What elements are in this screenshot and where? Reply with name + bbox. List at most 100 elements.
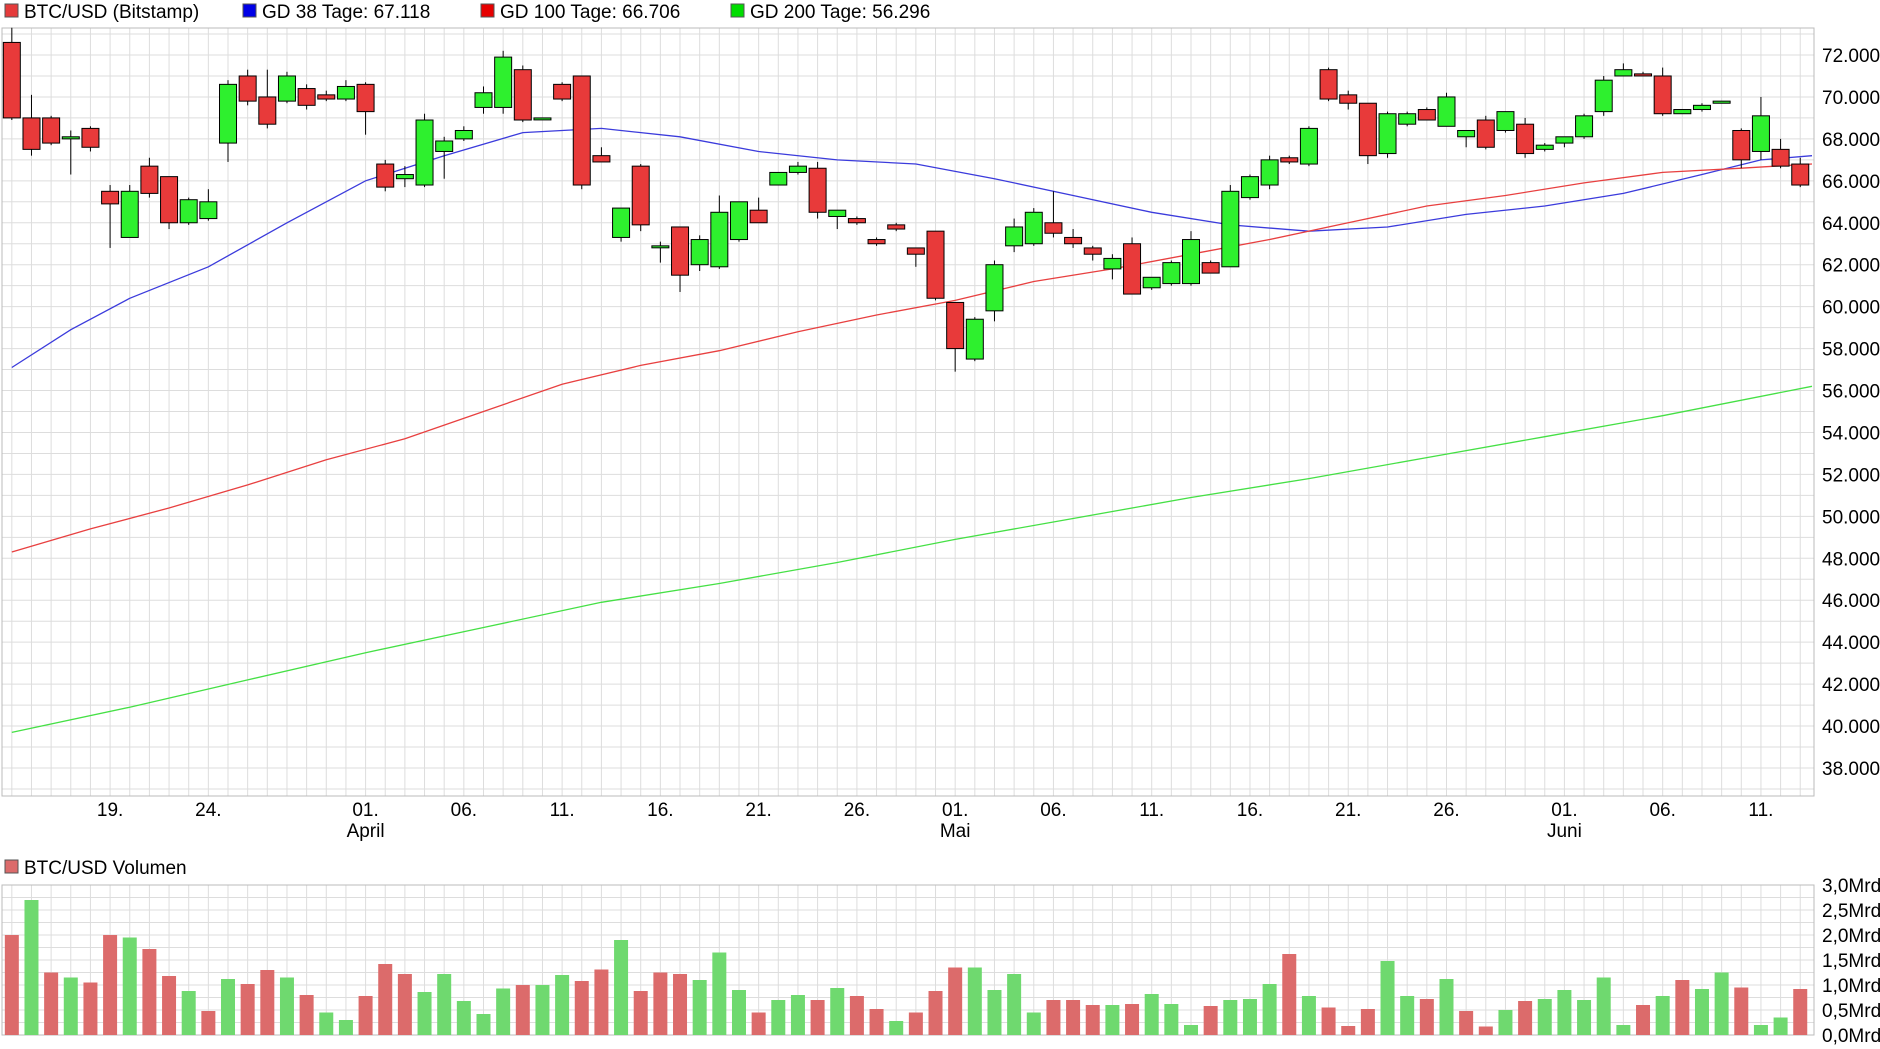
candle bbox=[160, 176, 179, 230]
candle bbox=[513, 65, 532, 123]
candle bbox=[788, 161, 807, 175]
candle bbox=[1437, 92, 1456, 127]
volume-bar bbox=[1203, 1006, 1218, 1035]
candle-body bbox=[2, 41, 21, 119]
candle bbox=[277, 71, 296, 104]
candle-body bbox=[42, 117, 61, 144]
volume-bar bbox=[574, 981, 589, 1035]
price-x-tick-label: 06. bbox=[1040, 800, 1066, 821]
legend-swatch-ma200 bbox=[730, 3, 745, 18]
volume-bar bbox=[1360, 1009, 1375, 1035]
candle bbox=[1044, 191, 1063, 238]
candle-body bbox=[1201, 262, 1220, 274]
candle-body bbox=[572, 75, 591, 186]
volume-bar bbox=[1164, 1004, 1179, 1035]
candle bbox=[22, 94, 41, 156]
candle-body bbox=[140, 165, 159, 194]
volume-bar bbox=[240, 984, 255, 1035]
candle-body bbox=[1417, 109, 1436, 121]
candle-body bbox=[1673, 109, 1692, 115]
candle-body bbox=[513, 69, 532, 121]
price-x-tick-label: 06. bbox=[451, 800, 477, 821]
volume-bar bbox=[1184, 1025, 1199, 1035]
volume-y-tick-label: 0,0Mrd bbox=[1822, 1026, 1880, 1047]
candle-body bbox=[199, 201, 218, 220]
volume-bar bbox=[122, 937, 137, 1035]
candle-body bbox=[612, 207, 631, 238]
volume-bar bbox=[1498, 1010, 1513, 1035]
volume-bar bbox=[1773, 1017, 1788, 1035]
candle bbox=[612, 207, 631, 242]
volume-bar bbox=[1380, 961, 1395, 1035]
candle bbox=[1398, 111, 1417, 127]
price-x-tick-label: 19. bbox=[97, 800, 123, 821]
price-x-tick-label: 01. bbox=[1551, 800, 1577, 821]
candle-body bbox=[965, 318, 984, 360]
candle bbox=[1083, 245, 1102, 261]
candle-body bbox=[808, 167, 827, 213]
candle-body bbox=[690, 239, 709, 266]
candle-body bbox=[651, 245, 670, 249]
volume-bar bbox=[790, 995, 805, 1035]
price-legend: BTC/USD (Bitstamp) GD 38 Tage: 67.118 GD… bbox=[4, 2, 930, 23]
price-x-month-label: Mai bbox=[940, 821, 971, 842]
volume-bar bbox=[1400, 996, 1415, 1035]
candle-body bbox=[258, 96, 277, 125]
volume-bar bbox=[1242, 999, 1257, 1035]
volume-bar bbox=[731, 990, 746, 1035]
candle-body bbox=[1299, 127, 1318, 165]
candle bbox=[1535, 143, 1554, 152]
candle bbox=[808, 161, 827, 219]
price-grid bbox=[2, 28, 1814, 796]
candle bbox=[494, 50, 513, 114]
volume-bar bbox=[928, 991, 943, 1035]
candle-body bbox=[1594, 79, 1613, 113]
candle bbox=[631, 164, 650, 232]
candle-body bbox=[1064, 236, 1083, 245]
candle-body bbox=[1535, 144, 1554, 150]
volume-bar bbox=[535, 985, 550, 1035]
volume-bar bbox=[44, 972, 59, 1035]
volume-bar bbox=[1085, 1005, 1100, 1035]
volume-bar bbox=[1478, 1026, 1493, 1035]
volume-bar bbox=[260, 970, 275, 1035]
volume-bar bbox=[1694, 989, 1709, 1035]
price-y-tick-label: 68.000 bbox=[1822, 130, 1880, 151]
candle-body bbox=[1732, 129, 1751, 161]
candle-body bbox=[474, 92, 493, 108]
volume-bar bbox=[103, 935, 118, 1035]
legend-label-price: BTC/USD (Bitstamp) bbox=[24, 2, 199, 23]
candle-body bbox=[887, 224, 906, 230]
candle bbox=[1791, 157, 1810, 188]
candle bbox=[553, 82, 572, 102]
candle-body bbox=[1791, 163, 1810, 186]
candle-body bbox=[1555, 136, 1574, 144]
candle-body bbox=[454, 129, 473, 140]
candle bbox=[1712, 100, 1731, 104]
volume-bar bbox=[967, 967, 982, 1035]
candle bbox=[1692, 103, 1711, 112]
volume-bar bbox=[1046, 1000, 1061, 1035]
candle bbox=[297, 84, 316, 110]
volume-bar bbox=[1007, 974, 1022, 1035]
candle-body bbox=[336, 85, 355, 100]
candle bbox=[1653, 67, 1672, 116]
candle bbox=[965, 317, 984, 362]
volume-bar bbox=[1596, 977, 1611, 1035]
candle bbox=[81, 126, 100, 152]
candle bbox=[1221, 185, 1240, 268]
volume-bar bbox=[63, 977, 78, 1035]
volume-bar bbox=[279, 977, 294, 1035]
candle bbox=[906, 247, 925, 267]
candle-body bbox=[219, 83, 238, 144]
candle bbox=[120, 185, 139, 238]
candle bbox=[61, 130, 80, 175]
candle bbox=[1516, 117, 1535, 158]
volume-bar bbox=[437, 974, 452, 1035]
candle-body bbox=[553, 83, 572, 100]
volume-bar bbox=[1321, 1007, 1336, 1035]
candle bbox=[1751, 96, 1770, 160]
candle-body bbox=[101, 190, 120, 205]
candle bbox=[1024, 208, 1043, 246]
candle bbox=[258, 69, 277, 129]
